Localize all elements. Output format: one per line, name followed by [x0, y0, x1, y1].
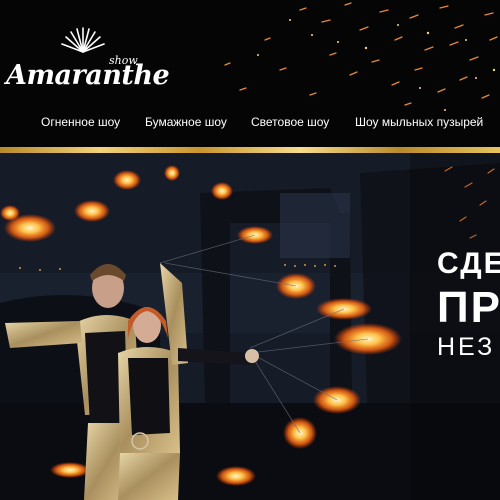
site-header: show Amaranthe Огненное шоу Бумажное шоу… [0, 0, 500, 147]
site-logo[interactable]: show Amaranthe [6, 26, 170, 96]
hero-line-3: НЕЗ [437, 333, 496, 361]
main-nav: Огненное шоу Бумажное шоу Световое шоу Ш… [0, 115, 500, 135]
hero-banner: СДЕ ПР НЕЗ [0, 153, 500, 500]
hero-line-1: СДЕ [437, 247, 500, 280]
nav-item-fire-show[interactable]: Огненное шоу [41, 115, 120, 129]
nav-item-light-show[interactable]: Световое шоу [251, 115, 329, 129]
fire-performers-photo [0, 153, 500, 500]
hero-line-2: ПР [437, 283, 500, 332]
nav-item-bubble-show[interactable]: Шоу мыльных пузырей [355, 115, 483, 129]
nav-item-paper-show[interactable]: Бумажное шоу [145, 115, 227, 129]
sunburst-icon [61, 27, 105, 53]
hero-headline: СДЕ ПР НЕЗ [437, 246, 500, 362]
logo-name-text: Amaranthe [6, 60, 170, 91]
